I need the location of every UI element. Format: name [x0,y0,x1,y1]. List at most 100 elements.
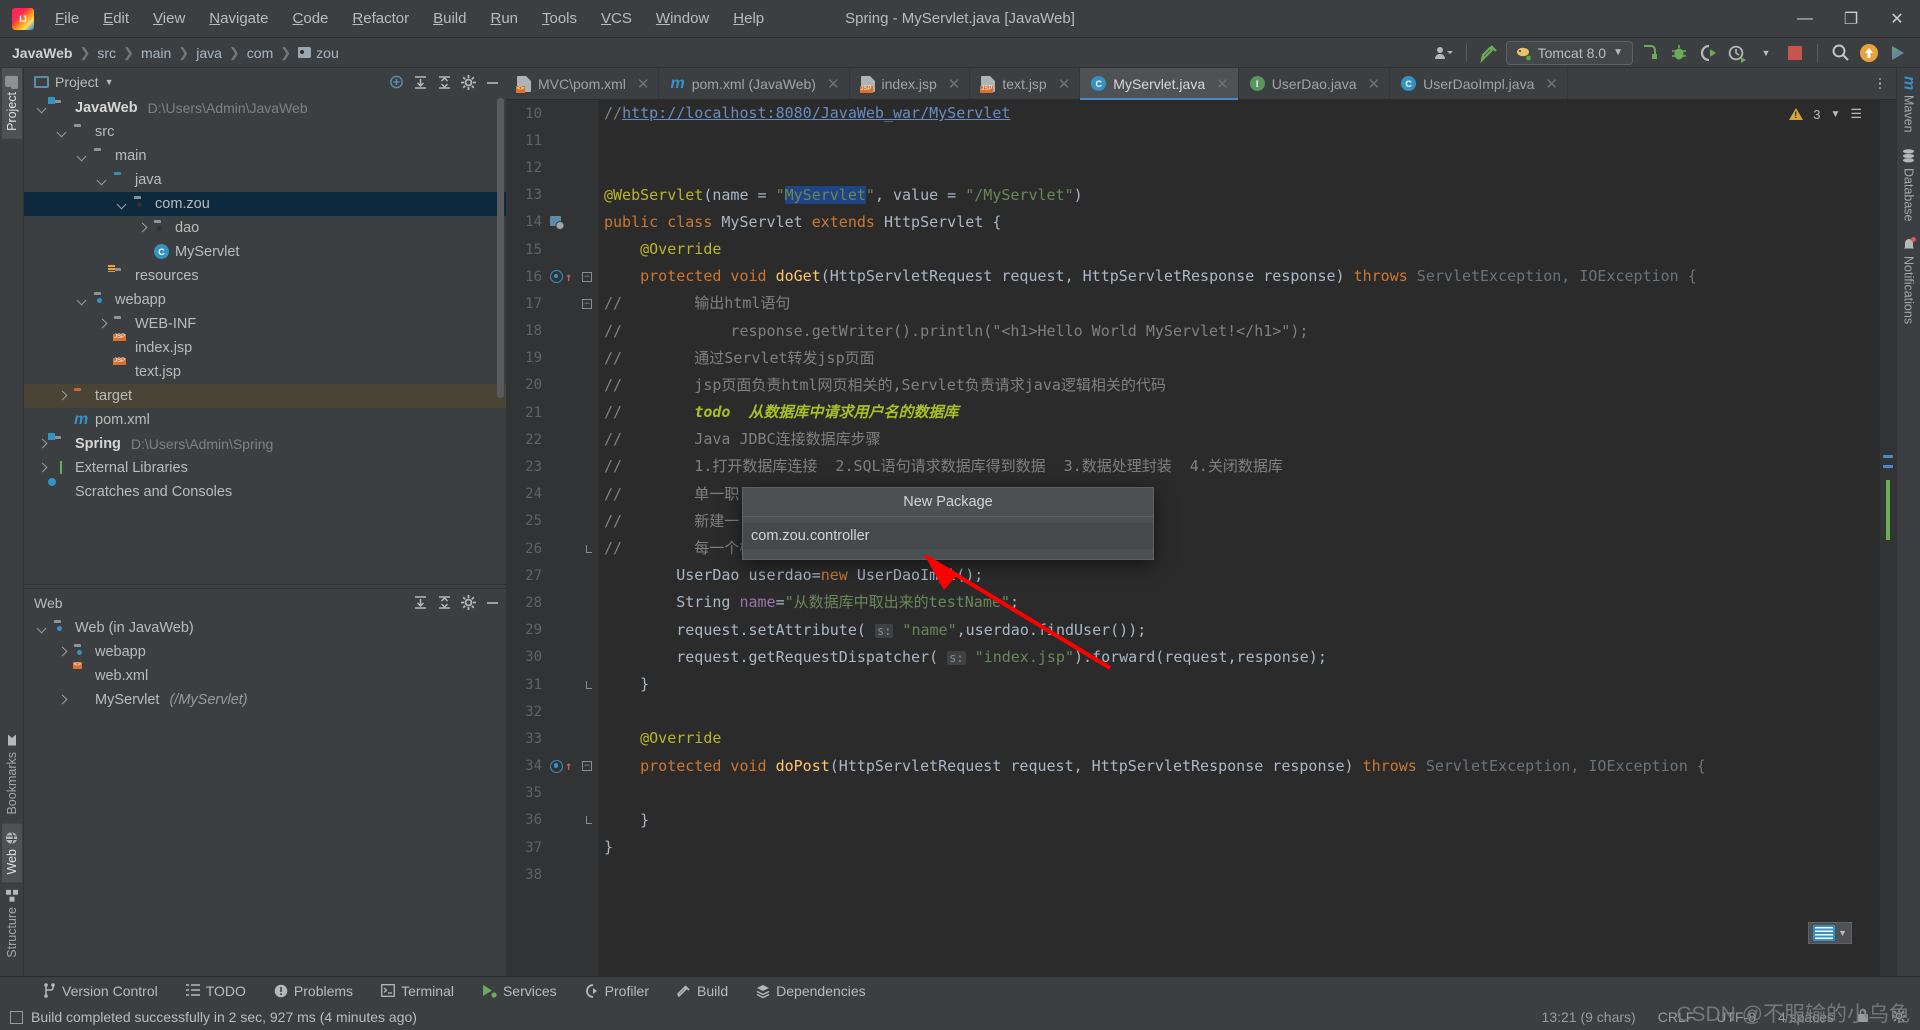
code-line[interactable]: // 通过Servlet转发jsp页面 [604,345,1880,372]
project-tree-item-row[interactable]: java [24,168,506,192]
bottom-tool-build[interactable]: Build [663,983,742,999]
ide-features-trainer-icon[interactable] [1886,41,1910,65]
chevron-right-icon[interactable] [136,222,149,235]
gutter-line[interactable]: 32 [506,698,598,725]
fold-collapse-icon[interactable]: − [582,298,592,309]
menu-window[interactable]: Window [645,6,720,31]
code-line[interactable]: @WebServlet(name = "MyServlet", value = … [604,182,1880,209]
menu-refactor[interactable]: Refactor [341,6,420,31]
caret-position[interactable]: 13:21 (9 chars) [1542,1009,1636,1025]
stop-icon[interactable] [1783,41,1807,65]
bottom-tool-version-control[interactable]: Version Control [28,983,172,999]
chevron-down-icon[interactable] [96,174,109,187]
breadcrumb-item-last[interactable]: zou [316,45,339,61]
project-chevron-down-icon[interactable]: ▼ [105,77,114,87]
tab-close-icon[interactable]: ✕ [827,75,840,93]
code-line[interactable]: request.getRequestDispatcher( s: "index.… [604,644,1880,671]
code-line[interactable]: } [604,834,1880,861]
account-icon[interactable] [1432,41,1456,65]
project-tree-item-row[interactable]: External Libraries [24,456,506,480]
tab-options-icon[interactable] [1872,76,1888,92]
file-encoding[interactable]: UTF-8 [1716,1009,1756,1025]
project-tree-item-row[interactable]: main [24,144,506,168]
editor-tab-userdaoimpl-java[interactable]: C UserDaoImpl.java ✕ [1390,68,1568,99]
gutter-line[interactable]: 26 [506,535,598,562]
editor-tab-mvc-pom-xml[interactable]: MVC\pom.xml ✕ [506,68,660,99]
code-line[interactable] [604,780,1880,807]
chevron-right-icon[interactable] [56,694,69,707]
code-line[interactable] [604,154,1880,181]
fold-region-marker[interactable] [586,816,592,825]
overriding-method-gutter-icon[interactable]: ↑ [550,270,572,284]
code-line[interactable]: @Override [604,236,1880,263]
gutter-line[interactable]: 31 [506,671,598,698]
chevron-down-icon[interactable] [36,622,49,635]
chevron-down-icon[interactable] [56,126,69,139]
chevron-down-icon[interactable]: ▼ [1613,47,1623,58]
gutter-line[interactable]: 13 [506,182,598,209]
close-button[interactable]: ✕ [1874,0,1920,38]
code-line[interactable]: } [604,807,1880,834]
gutter-line[interactable]: 27 [506,562,598,589]
chevron-down-icon[interactable] [76,294,89,307]
project-tree-item-row[interactable]: text.jsp [24,360,506,384]
expand-all-icon-web[interactable] [413,595,428,610]
settings-gear-icon[interactable] [1892,1008,1906,1026]
editor-tab-text-jsp[interactable]: text.jsp ✕ [970,68,1081,99]
bottom-tool-dependencies[interactable]: Dependencies [742,983,880,999]
build-hammer-icon[interactable] [1477,41,1501,65]
run-configuration-selector[interactable]: Tomcat 8.0 ▼ [1505,40,1633,65]
search-icon[interactable] [1828,41,1852,65]
menu-code[interactable]: Code [282,6,340,31]
breadcrumb-item-java[interactable]: java [196,45,222,61]
menu-run[interactable]: Run [479,6,529,31]
chevron-right-icon[interactable] [56,646,69,659]
code-line[interactable]: } [604,671,1880,698]
tab-close-icon[interactable]: ✕ [1545,75,1558,93]
code-line[interactable]: public class MyServlet extends HttpServl… [604,209,1880,236]
editor-tab-pom-xml--javaweb-[interactable]: m pom.xml (JavaWeb) ✕ [659,68,850,99]
gutter-line[interactable]: 24 [506,481,598,508]
project-tree-item-row[interactable]: m pom.xml [24,408,506,432]
chevron-right-icon[interactable] [56,390,69,403]
gutter-line[interactable]: 29 [506,617,598,644]
package-name-input[interactable] [743,524,1153,548]
project-tree-item-row[interactable]: WEB-INF [24,312,506,336]
hide-panel-icon-web[interactable] [485,595,500,610]
chevron-down-inspections-icon[interactable]: ▼ [1830,109,1840,120]
project-tree-item-row[interactable]: com.zou [24,192,506,216]
gutter-line[interactable]: 21 [506,399,598,426]
editor-tab-myservlet-java[interactable]: C MyServlet.java ✕ [1080,68,1239,100]
code-line[interactable] [604,861,1880,888]
bottom-tool-services[interactable]: Services [468,983,571,999]
chevron-down-icon-2[interactable]: ▼ [1754,41,1778,65]
gutter-line[interactable]: 35 [506,780,598,807]
menu-build[interactable]: Build [422,6,477,31]
code-line[interactable]: // response.getWriter().println("<h1>Hel… [604,318,1880,345]
editor-layout-widget[interactable]: ▼ [1808,922,1852,944]
rail-button-bookmarks[interactable]: Bookmarks [2,726,22,823]
gutter-line[interactable]: 38 [506,861,598,888]
fold-region-marker[interactable] [586,680,592,689]
project-tree-item-row[interactable]: JavaWeb D:\Users\Admin\JavaWeb [24,96,506,120]
code-line[interactable]: UserDao userdao=new UserDaoImpl(); [604,562,1880,589]
web-tree-item-row[interactable]: MyServlet (/MyServlet) [24,688,506,712]
project-tree[interactable]: JavaWeb D:\Users\Admin\JavaWeb src main java… [24,96,506,584]
indent-setting[interactable]: 4 spaces [1778,1009,1834,1025]
web-tree[interactable]: Web (in JavaWeb) webapp web.xml MyServlet (/… [24,616,506,976]
gutter-line[interactable]: 14 [506,209,598,236]
editor-tab-index-jsp[interactable]: index.jsp ✕ [850,68,971,99]
code-editor[interactable]: 10 11 12 13 14 15 16 ↑ −17−18 19 20 21 22 23 24 25 26 27 2… [506,100,1896,976]
overriding-method-gutter-icon[interactable]: ↑ [550,759,572,773]
hide-panel-icon[interactable] [485,75,500,90]
menu-help[interactable]: Help [722,6,775,31]
gutter-line[interactable]: 34 ↑ − [506,753,598,780]
breadcrumb-item-root[interactable]: JavaWeb [12,45,72,61]
lock-icon[interactable] [1856,1008,1870,1026]
gutter-line[interactable]: 15 [506,236,598,263]
menu-vcs[interactable]: VCS [590,6,643,31]
web-bean-gutter-icon[interactable] [550,215,565,230]
code-line[interactable]: // 输出html语句 [604,290,1880,317]
code-line[interactable]: request.setAttribute( s: "name",userdao.… [604,617,1880,644]
code-line[interactable]: // 1.打开数据库连接 2.SQL语句请求数据库得到数据 3.数据处理封装 4… [604,453,1880,480]
